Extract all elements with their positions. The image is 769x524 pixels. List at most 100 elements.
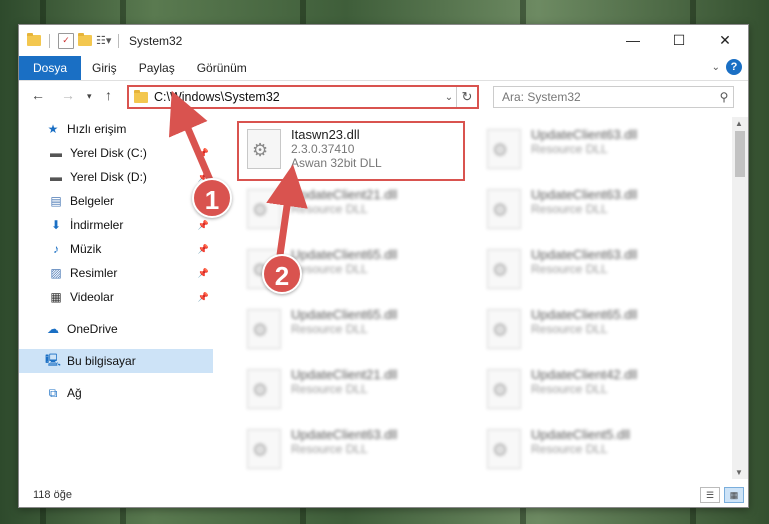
- sidebar-item-documents[interactable]: ▤ Belgeler 📌: [19, 189, 213, 213]
- expand-ribbon-icon[interactable]: ⌄: [712, 62, 720, 73]
- pin-icon[interactable]: 📌: [198, 292, 209, 303]
- sidebar-item-downloads[interactable]: ⬇ İndirmeler 📌: [19, 213, 213, 237]
- up-arrow-icon[interactable]: ↑: [105, 87, 112, 103]
- file-item[interactable]: UpdateClient42.dll Resource DLL: [479, 363, 699, 415]
- file-name: UpdateClient5.dll: [531, 427, 631, 442]
- sidebar-item-label: Bu bilgisayar: [67, 354, 136, 368]
- status-bar: 118 öğe ☰ ▦: [19, 483, 748, 507]
- file-details: UpdateClient21.dll Resource DLL: [291, 363, 397, 396]
- search-box[interactable]: Ara: System32 ⚲: [493, 86, 734, 108]
- forward-arrow-icon[interactable]: →: [61, 87, 75, 103]
- document-icon: ▤: [50, 194, 62, 208]
- pin-icon[interactable]: 📌: [198, 244, 209, 255]
- scroll-thumb[interactable]: [735, 131, 745, 177]
- file-item[interactable]: UpdateClient21.dll Resource DLL: [239, 183, 459, 235]
- scroll-up-icon[interactable]: ▲: [735, 119, 743, 128]
- file-name: UpdateClient65.dll: [291, 307, 398, 322]
- file-item-highlighted[interactable]: Itaswn23.dll 2.3.0.37410 Aswan 32bit DLL: [237, 121, 465, 181]
- file-item[interactable]: UpdateClient5.dll Resource DLL: [479, 423, 699, 475]
- minimize-icon[interactable]: —: [610, 25, 656, 55]
- chevron-down-icon[interactable]: ⌄: [442, 92, 456, 103]
- file-name: UpdateClient63.dll: [531, 247, 638, 262]
- file-details: UpdateClient63.dll Resource DLL: [291, 423, 397, 456]
- sidebar-item-label: Belgeler: [70, 194, 115, 208]
- address-path[interactable]: C:\Windows\System32: [154, 90, 442, 104]
- sidebar-item-label: Yerel Disk (C:): [70, 146, 147, 160]
- callout-badge-2: 2: [262, 254, 302, 294]
- file-item[interactable]: UpdateClient63.dll Resource DLL: [479, 183, 699, 235]
- file-name: UpdateClient21.dll: [291, 367, 398, 382]
- file-item[interactable]: UpdateClient21.dll Resource DLL: [239, 363, 459, 415]
- help-icon[interactable]: ?: [726, 59, 742, 75]
- file-item[interactable]: UpdateClient65.dll Resource DLL: [479, 303, 699, 355]
- pictures-icon: ▨: [50, 266, 62, 280]
- sidebar-item-network[interactable]: ⧉ Ağ: [19, 381, 213, 405]
- recent-locations-icon[interactable]: ▾: [87, 91, 92, 102]
- file-type: Resource DLL: [291, 442, 368, 456]
- file-type: Resource DLL: [531, 322, 608, 336]
- explorer-window: ✓ ☷▾ System32 — ☐ ✕ Dosya Giriş Paylaş G…: [18, 24, 749, 508]
- refresh-icon[interactable]: ↻: [456, 87, 477, 107]
- file-item[interactable]: UpdateClient63.dll Resource DLL: [239, 423, 459, 475]
- details-view-icon[interactable]: ☰: [700, 487, 720, 503]
- file-name: UpdateClient42.dll: [531, 367, 638, 382]
- view-switcher: ☰ ▦: [700, 487, 744, 503]
- sidebar-item-this-pc[interactable]: 🖳 Bu bilgisayar: [19, 349, 213, 373]
- file-details: UpdateClient63.dll Resource DLL: [531, 243, 637, 276]
- dll-file-icon: [487, 369, 521, 409]
- file-details: UpdateClient42.dll Resource DLL: [531, 363, 637, 396]
- file-details: UpdateClient65.dll Resource DLL: [531, 303, 637, 336]
- dll-file-icon: [487, 429, 521, 469]
- dll-file-icon: [487, 129, 521, 169]
- window-title: System32: [129, 33, 183, 48]
- back-arrow-icon[interactable]: ←: [31, 87, 45, 103]
- new-folder-icon[interactable]: [78, 33, 92, 46]
- sidebar-item-drive-c[interactable]: ▬ Yerel Disk (C:) 📌: [19, 141, 213, 165]
- sidebar-item-music[interactable]: ♪ Müzik 📌: [19, 237, 213, 261]
- sidebar-item-label: Resimler: [70, 266, 118, 280]
- folder-icon: [27, 33, 41, 46]
- dll-file-icon: [487, 189, 521, 229]
- file-item[interactable]: UpdateClient65.dll Resource DLL: [239, 303, 459, 355]
- pin-icon[interactable]: 📌: [198, 220, 209, 231]
- navigation-bar: ← → ▾ ↑ C:\Windows\System32 ⌄ ↻ Ara: Sys…: [19, 81, 748, 113]
- sidebar-item-label: Yerel Disk (D:): [70, 170, 147, 184]
- scroll-down-icon[interactable]: ▼: [735, 468, 743, 477]
- file-item[interactable]: UpdateClient63.dll Resource DLL: [479, 123, 699, 175]
- pin-icon[interactable]: 📌: [198, 268, 209, 279]
- file-name: UpdateClient65.dll: [291, 247, 398, 262]
- address-bar[interactable]: C:\Windows\System32 ⌄ ↻: [127, 85, 479, 109]
- close-icon[interactable]: ✕: [702, 25, 748, 55]
- maximize-icon[interactable]: ☐: [656, 25, 702, 55]
- tiles-view-icon[interactable]: ▦: [724, 487, 744, 503]
- tab-share[interactable]: Paylaş: [128, 56, 186, 80]
- search-icon[interactable]: ⚲: [715, 90, 733, 104]
- file-details: UpdateClient5.dll Resource DLL: [531, 423, 630, 456]
- sidebar-item-quick-access[interactable]: ★ Hızlı erişim: [19, 117, 213, 141]
- file-item[interactable]: UpdateClient63.dll Resource DLL: [479, 243, 699, 295]
- ribbon-tabs: Dosya Giriş Paylaş Görünüm ⌄ ?: [19, 56, 748, 81]
- file-type: Resource DLL: [531, 262, 608, 276]
- drive-icon: ▬: [50, 170, 62, 184]
- sidebar-item-drive-d[interactable]: ▬ Yerel Disk (D:) 📌: [19, 165, 213, 189]
- search-input[interactable]: Ara: System32: [502, 90, 715, 104]
- callout-badge-1: 1: [192, 178, 232, 218]
- dll-file-icon: [247, 309, 281, 349]
- sidebar-item-onedrive[interactable]: ☁ OneDrive: [19, 317, 213, 341]
- sidebar-item-pictures[interactable]: ▨ Resimler 📌: [19, 261, 213, 285]
- customize-toolbar-icon[interactable]: ☷▾: [96, 34, 111, 48]
- sidebar-item-label: Videolar: [70, 290, 114, 304]
- pin-icon[interactable]: 📌: [198, 148, 209, 159]
- file-type: Resource DLL: [531, 382, 608, 396]
- sidebar-item-videos[interactable]: ▦ Videolar 📌: [19, 285, 213, 309]
- ribbon-right: ⌄ ?: [712, 59, 742, 75]
- tab-file[interactable]: Dosya: [19, 56, 82, 80]
- tab-view[interactable]: Görünüm: [186, 56, 258, 80]
- tab-home[interactable]: Giriş: [81, 56, 128, 80]
- vertical-scrollbar[interactable]: ▲ ▼: [732, 117, 748, 479]
- separator: [118, 33, 119, 48]
- dll-file-icon: [247, 129, 281, 169]
- properties-icon[interactable]: ✓: [58, 32, 74, 49]
- network-icon: ⧉: [48, 385, 58, 400]
